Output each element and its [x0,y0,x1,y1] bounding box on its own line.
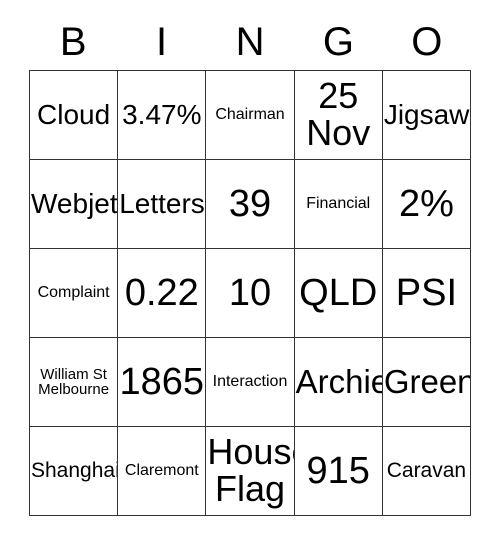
bingo-cell-o5[interactable]: Caravan [382,427,472,516]
bingo-cell-b4[interactable]: William St Melbourne [30,338,119,427]
bingo-cell-i3[interactable]: 0.22 [118,249,207,338]
bingo-cell-label: Complaint [37,283,110,301]
bingo-card: B I N G O Cloud 3.47% Chairman 25 Nov Ji… [29,14,472,516]
bingo-cell-label: Chairman [215,105,285,123]
bingo-cell-g1[interactable]: 25 Nov [294,71,383,160]
bingo-cell-label: 25 Nov [306,75,371,153]
bingo-cell-g3[interactable]: QLD [294,249,383,338]
bingo-cell-label: 3.47% [122,98,202,130]
bingo-cell-n2[interactable]: 39 [206,160,295,249]
bingo-header-letter-o: O [411,20,443,64]
bingo-cell-o4[interactable]: Green [382,338,472,427]
bingo-cell-n4[interactable]: Interaction [206,338,295,427]
bingo-cell-i5[interactable]: Claremont [118,427,207,516]
bingo-cell-i1[interactable]: 3.47% [118,71,207,160]
bingo-cell-label: Jigsaw [383,98,470,130]
bingo-cell-label: Interaction [212,372,288,390]
bingo-cell-g5[interactable]: 915 [294,427,383,516]
bingo-cell-label: House Flag [207,431,293,509]
bingo-row: Complaint 0.22 10 QLD PSI [30,249,472,338]
bingo-cell-b5[interactable]: Shanghai [30,427,119,516]
bingo-cell-label: 0.22 [124,271,199,314]
bingo-cell-label: Cloud [37,98,111,130]
bingo-cell-o2[interactable]: 2% [382,160,472,249]
bingo-row: Webjet Letters 39 Financial 2% [30,160,472,249]
bingo-cell-label: Archie [295,363,383,401]
bingo-header-row: B I N G O [29,14,471,70]
bingo-cell-o1[interactable]: Jigsaw [382,71,472,160]
bingo-cell-label: 1865 [119,360,205,403]
bingo-row: William St Melbourne 1865 Interaction Ar… [30,338,472,427]
bingo-cell-label: 915 [306,449,370,492]
bingo-cell-b1[interactable]: Cloud [30,71,119,160]
bingo-cell-g4[interactable]: Archie [294,338,383,427]
bingo-cell-label: PSI [395,271,458,314]
bingo-header-letter-g: G [322,20,354,64]
bingo-cell-b3[interactable]: Complaint [30,249,119,338]
bingo-cell-label: Financial [306,194,371,212]
bingo-cell-n3[interactable]: 10 [206,249,295,338]
bingo-cell-label: William St Melbourne [38,365,110,398]
bingo-row: Shanghai Claremont House Flag 915 Carava… [30,427,472,516]
bingo-cell-b2[interactable]: Webjet [30,160,119,249]
bingo-cell-label: 2% [398,182,454,225]
bingo-header-letter-i: I [156,20,168,64]
bingo-cell-label: 10 [228,271,272,314]
bingo-cell-label: Webjet [31,187,118,219]
bingo-cell-g2[interactable]: Financial [294,160,383,249]
bingo-cell-label: Caravan [386,459,467,483]
bingo-cell-n5[interactable]: House Flag [206,427,295,516]
bingo-cell-o3[interactable]: PSI [382,249,472,338]
bingo-cell-label: Claremont [124,461,199,479]
bingo-grid: Cloud 3.47% Chairman 25 Nov Jigsaw Webje… [29,70,472,516]
bingo-header-letter-b: B [59,20,87,64]
bingo-row: Cloud 3.47% Chairman 25 Nov Jigsaw [30,71,472,160]
bingo-cell-label: 39 [228,182,272,225]
bingo-cell-i4[interactable]: 1865 [118,338,207,427]
bingo-cell-label: QLD [299,271,378,314]
bingo-cell-label: Letters [119,187,205,219]
bingo-cell-label: Green [383,363,472,401]
bingo-cell-i2[interactable]: Letters [118,160,207,249]
bingo-cell-n1[interactable]: Chairman [206,71,295,160]
bingo-header-letter-n: N [235,20,265,64]
bingo-cell-label: Shanghai [31,459,119,483]
